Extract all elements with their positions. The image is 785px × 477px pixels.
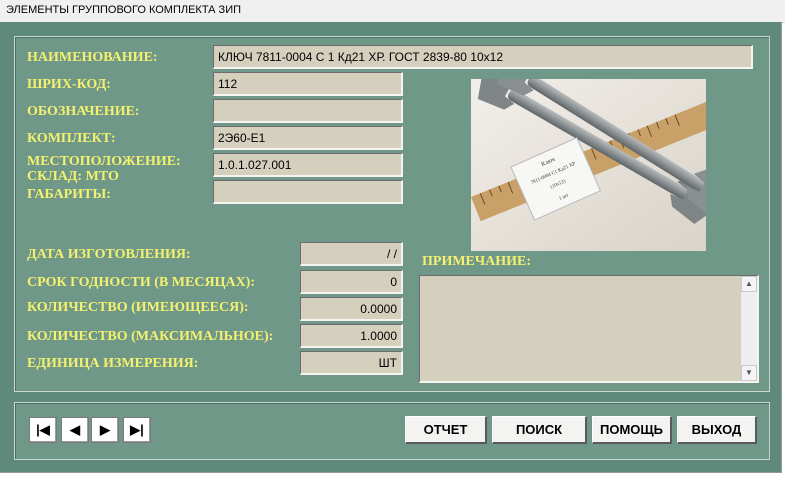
barcode-field[interactable]: 112 — [213, 72, 403, 96]
location-label: МЕСТОПОЛОЖЕНИЕ: — [27, 154, 181, 169]
previous-record-button[interactable]: ◀ — [61, 417, 89, 443]
barcode-label: ШРИХ-КОД: — [27, 77, 111, 92]
window-title: ЭЛЕМЕНТЫ ГРУППОВОГО КОМПЛЕКТА ЗИП — [6, 4, 242, 16]
first-record-button[interactable]: |◀ — [29, 417, 57, 443]
item-photo: Ключ 7811-0004 С1 Кд21 ХР (10х12) 1 шт — [471, 79, 706, 251]
kit-field[interactable]: 2Э60-Е1 — [213, 126, 403, 150]
shelf-life-field[interactable]: 0 — [300, 270, 403, 294]
note-scrollbar[interactable]: ▲ ▼ — [740, 276, 757, 381]
kit-label: КОМПЛЕКТ: — [27, 131, 116, 146]
location-field[interactable]: 1.0.1.027.001 — [213, 153, 403, 177]
first-record-icon: |◀ — [36, 422, 50, 437]
name-label: НАИМЕНОВАНИЕ: — [27, 50, 158, 65]
scroll-down-icon[interactable]: ▼ — [741, 365, 757, 381]
dimensions-label: ГАБАРИТЫ: — [27, 187, 111, 202]
designation-field[interactable] — [213, 99, 403, 123]
wrench-photo-image: Ключ 7811-0004 С1 Кд21 ХР (10х12) 1 шт — [471, 79, 706, 251]
manufacture-date-field[interactable]: / / — [300, 242, 403, 266]
shelf-life-label: СРОК ГОДНОСТИ (В МЕСЯЦАХ): — [27, 275, 255, 290]
scroll-up-icon[interactable]: ▲ — [741, 276, 757, 292]
navigation-panel: |◀ ◀ ▶ ▶| ОТЧЕТ ПОИСК ПОМОЩЬ ВЫХОД — [14, 402, 770, 460]
manufacture-date-label: ДАТА ИЗГОТОВЛЕНИЯ: — [27, 247, 191, 262]
qty-current-label: КОЛИЧЕСТВО (ИМЕЮЩЕЕСЯ): — [27, 300, 249, 315]
qty-current-field[interactable]: 0.0000 — [300, 297, 403, 321]
designation-label: ОБОЗНАЧЕНИЕ: — [27, 104, 140, 119]
qty-max-label: КОЛИЧЕСТВО (МАКСИМАЛЬНОЕ): — [27, 329, 274, 344]
qty-max-field[interactable]: 1.0000 — [300, 324, 403, 348]
title-bar: ЭЛЕМЕНТЫ ГРУППОВОГО КОМПЛЕКТА ЗИП — [0, 0, 785, 23]
next-record-button[interactable]: ▶ — [91, 417, 119, 443]
previous-record-icon: ◀ — [70, 422, 80, 437]
last-record-button[interactable]: ▶| — [123, 417, 151, 443]
note-label: ПРИМЕЧАНИЕ: — [422, 254, 532, 269]
form-window: НАИМЕНОВАНИЕ: КЛЮЧ 7811-0004 С 1 Кд21 ХР… — [0, 22, 782, 473]
search-button[interactable]: ПОИСК — [492, 416, 587, 444]
help-button[interactable]: ПОМОЩЬ — [592, 416, 672, 444]
name-field[interactable]: КЛЮЧ 7811-0004 С 1 Кд21 ХР. ГОСТ 2839-80… — [213, 45, 753, 69]
note-textarea[interactable]: ▲ ▼ — [419, 275, 759, 383]
next-record-icon: ▶ — [100, 422, 110, 437]
exit-button[interactable]: ВЫХОД — [677, 416, 757, 444]
unit-label: ЕДИНИЦА ИЗМЕРЕНИЯ: — [27, 356, 199, 371]
warehouse-label: СКЛАД: МТО — [27, 169, 119, 184]
details-panel: НАИМЕНОВАНИЕ: КЛЮЧ 7811-0004 С 1 Кд21 ХР… — [14, 36, 770, 392]
unit-field[interactable]: ШТ — [300, 351, 403, 375]
last-record-icon: ▶| — [130, 422, 144, 437]
report-button[interactable]: ОТЧЕТ — [405, 416, 487, 444]
warehouse-field[interactable] — [213, 180, 403, 204]
